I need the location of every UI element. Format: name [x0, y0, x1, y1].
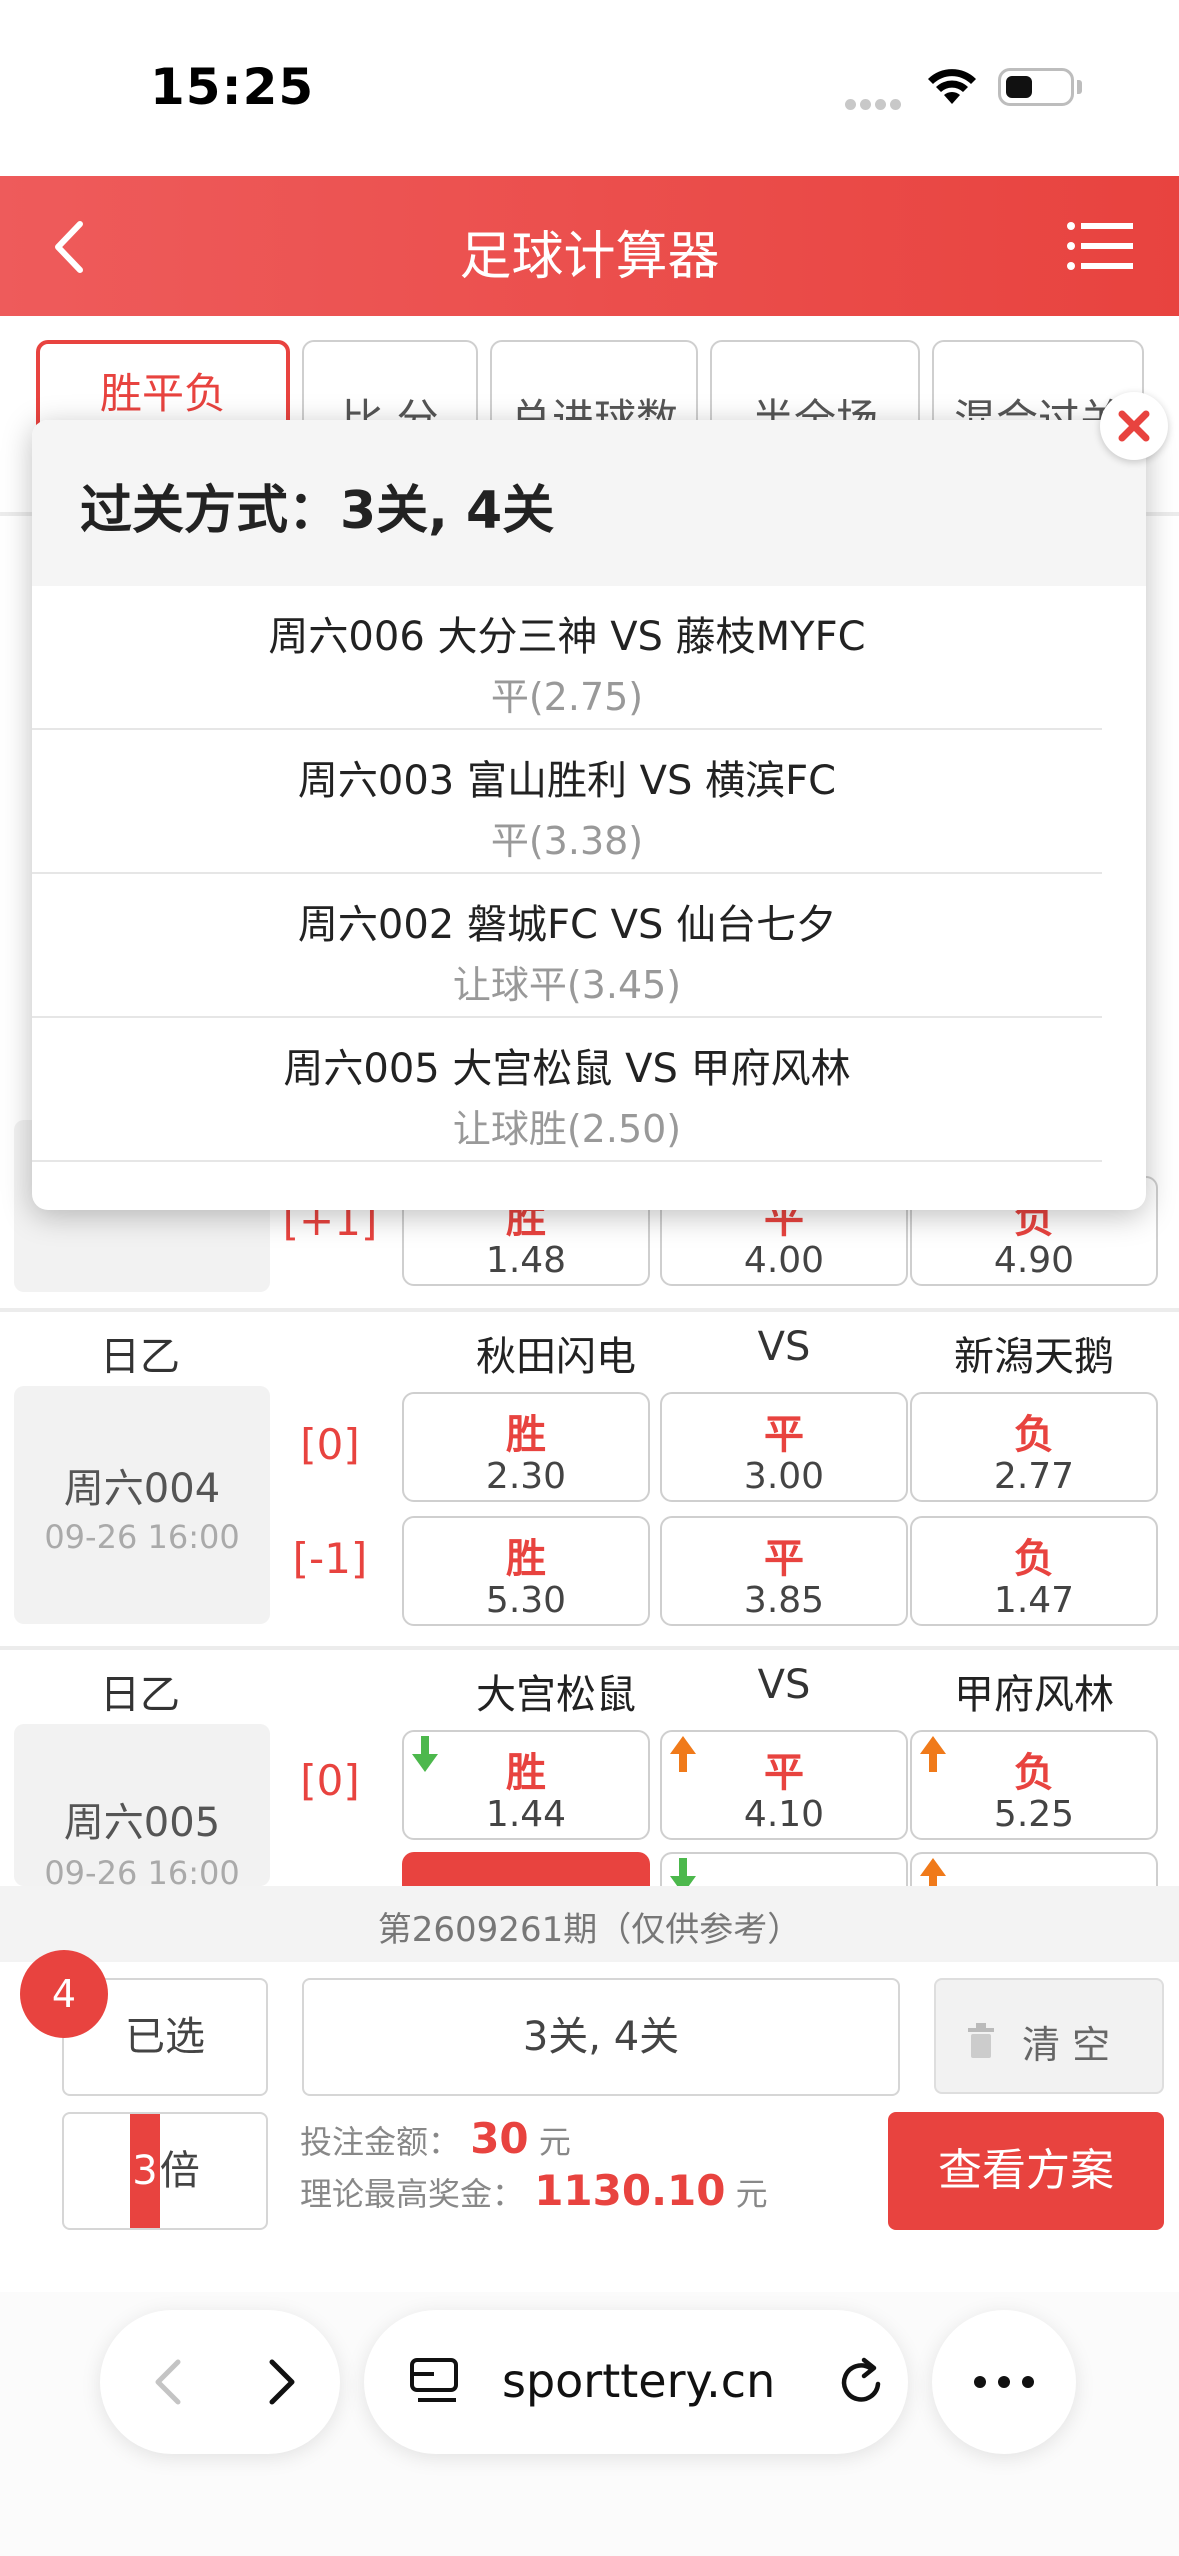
home-team: 大宫松鼠: [476, 1672, 636, 1718]
pass-mode-popup: 过关方式：3关, 4关 周六006 大分三神 VS 藤枝MYFC 平(2.75)…: [32, 420, 1146, 1210]
handicap-label: [0]: [300, 1420, 360, 1469]
popup-list-item: 周六002 磐城FC VS 仙台七夕 让球平(3.45): [32, 874, 1102, 1018]
multiplier-value: 3: [130, 2114, 160, 2228]
browser-forward-icon[interactable]: [250, 2352, 310, 2412]
odds-cell-draw[interactable]: 平 4.10: [660, 1730, 908, 1840]
handicap-label: [0]: [300, 1756, 360, 1805]
away-team: 甲府风林: [954, 1672, 1114, 1718]
match-date-card[interactable]: 周六005 09-26 16:00: [14, 1724, 270, 1886]
popup-title: 过关方式：3关, 4关: [80, 481, 555, 541]
odds-cell-win[interactable]: 胜 5.30: [402, 1516, 650, 1626]
multiplier-input[interactable]: 3倍: [62, 2112, 268, 2230]
bet-amount-label: 投注金额：: [300, 2123, 461, 2161]
divider: [0, 1308, 1179, 1312]
battery-icon: [998, 68, 1074, 106]
nav-buttons: [100, 2310, 340, 2454]
max-prize-line: 理论最高奖金： 1130.10 元: [300, 2166, 768, 2215]
popup-close-button[interactable]: [1100, 392, 1168, 460]
odds-down-arrow-icon: [670, 1858, 696, 1886]
odds-cell-lose[interactable]: 负 2.77: [910, 1392, 1158, 1502]
match-time: 09-26 16:00: [44, 1854, 240, 1886]
match-date-card[interactable]: 周六004 09-26 16:00: [14, 1386, 270, 1624]
odds-cell-draw[interactable]: [660, 1852, 908, 1886]
popup-pick: 平(3.38): [490, 819, 644, 863]
address-bar[interactable]: sporttery.cn: [364, 2310, 908, 2454]
page-menu-icon[interactable]: [408, 2356, 464, 2408]
more-button[interactable]: [932, 2310, 1076, 2454]
pass-mode-selector[interactable]: 3关, 4关: [302, 1978, 900, 2096]
match-number: 周六004: [63, 1466, 221, 1512]
odds-cell-lose[interactable]: 负 1.47: [910, 1516, 1158, 1626]
view-plan-button[interactable]: 查看方案: [888, 2112, 1164, 2230]
popup-list-item: 周六005 大宫松鼠 VS 甲府风林 让球胜(2.50): [32, 1018, 1102, 1162]
wifi-icon: [928, 69, 976, 104]
max-prize-unit: 元: [735, 2175, 768, 2213]
bet-amount-line: 投注金额： 30 元: [300, 2114, 571, 2163]
popup-pick: 让球胜(2.50): [452, 1107, 682, 1151]
bet-amount-unit: 元: [538, 2123, 571, 2161]
popup-list-item: 周六003 富山胜利 VS 横滨FC 平(3.38): [32, 730, 1102, 874]
vs-label: VS: [757, 1324, 811, 1370]
odds-cell-win-selected[interactable]: [402, 1852, 650, 1886]
reload-icon[interactable]: [834, 2354, 890, 2410]
popup-pick: 平(2.75): [490, 675, 644, 719]
menu-icon[interactable]: [1065, 218, 1135, 274]
popup-match: 周六002 磐城FC VS 仙台七夕: [297, 902, 837, 948]
trash-icon: [968, 2023, 994, 2058]
cellular-signal-icon: [845, 95, 905, 110]
popup-header: 过关方式：3关, 4关: [32, 420, 1146, 586]
popup-match: 周六006 大分三神 VS 藤枝MYFC: [268, 614, 866, 660]
away-team: 新潟天鹅: [954, 1334, 1114, 1380]
odds-up-arrow-icon: [920, 1858, 946, 1886]
battery-tip: [1077, 80, 1082, 94]
vs-label: VS: [757, 1662, 811, 1708]
odds-cell-draw[interactable]: 平 3.00: [660, 1392, 908, 1502]
more-dots-icon: [974, 2376, 1034, 2388]
browser-back-icon[interactable]: [140, 2352, 200, 2412]
odds-cell-draw[interactable]: 平 3.85: [660, 1516, 908, 1626]
period-label: 第2609261期（仅供参考）: [0, 1886, 1179, 1962]
match-time: 09-26 16:00: [44, 1518, 240, 1556]
selected-count-badge: 4: [20, 1950, 108, 2038]
status-bar: 15:25: [0, 0, 1179, 176]
max-prize-label: 理论最高奖金：: [300, 2175, 525, 2213]
popup-list-item: 周六006 大分三神 VS 藤枝MYFC 平(2.75): [32, 586, 1102, 730]
app-header: 足球计算器: [0, 176, 1179, 316]
popup-pick: 让球平(3.45): [452, 963, 682, 1007]
popup-match: 周六003 富山胜利 VS 横滨FC: [297, 758, 837, 804]
url-text: sporttery.cn: [502, 2354, 776, 2408]
max-prize-value: 1130.10: [534, 2166, 726, 2215]
league-label: 日乙: [100, 1672, 180, 1718]
odds-cell-lose[interactable]: 负 5.25: [910, 1730, 1158, 1840]
clear-label: 清 空: [1022, 2023, 1111, 2067]
match-number: 周六005: [63, 1800, 221, 1846]
odds-cell-win[interactable]: 胜 1.44: [402, 1730, 650, 1840]
handicap-label: [-1]: [292, 1534, 368, 1583]
bet-amount-value: 30: [470, 2114, 529, 2163]
page-title: 足球计算器: [459, 227, 720, 287]
league-label: 日乙: [100, 1334, 180, 1380]
popup-match: 周六005 大宫松鼠 VS 甲府风林: [283, 1046, 851, 1092]
close-icon: [1118, 410, 1150, 442]
odds-cell-win[interactable]: 胜 2.30: [402, 1392, 650, 1502]
home-team: 秋田闪电: [476, 1334, 636, 1380]
clear-button[interactable]: 清 空: [934, 1978, 1164, 2094]
divider: [0, 1646, 1179, 1650]
multiplier-unit: 倍: [159, 2148, 200, 2194]
status-time: 15:25: [150, 58, 315, 116]
odds-cell-lose[interactable]: [910, 1852, 1158, 1886]
